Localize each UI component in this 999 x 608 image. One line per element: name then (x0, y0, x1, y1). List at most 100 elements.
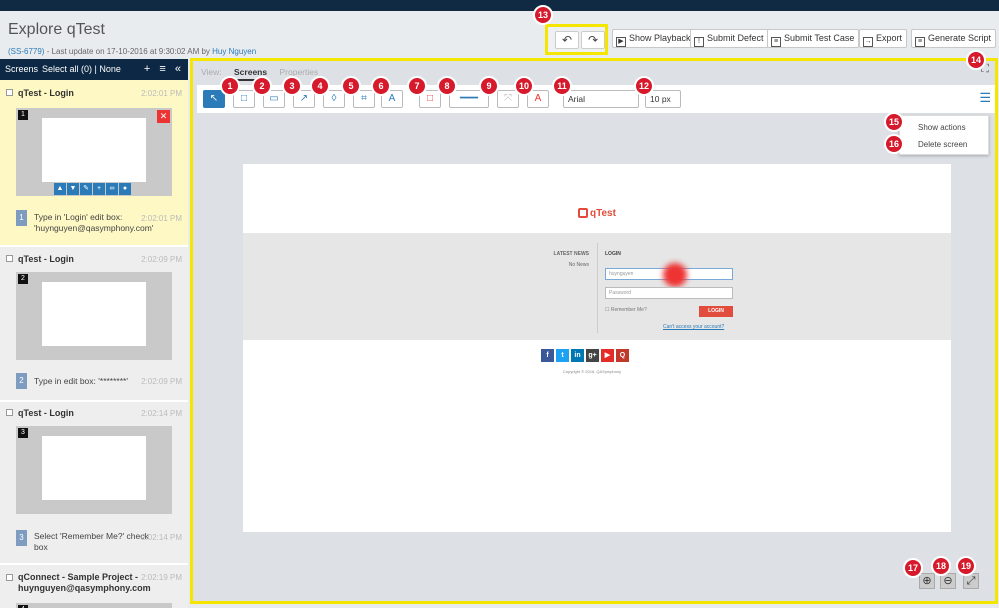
screen-item[interactable]: qConnect - Sample Project - huynguyen@qa… (0, 565, 188, 608)
screen-checkbox[interactable] (6, 255, 13, 262)
script-icon: ≡ (915, 37, 925, 47)
hamburger-menu-icon[interactable]: ☰ (979, 91, 991, 104)
forgot-link: Can't access your account? (663, 324, 725, 330)
login-button: LOGIN (699, 306, 733, 317)
move-down-icon[interactable]: ▼ (67, 183, 79, 195)
sidebar-controls[interactable]: + ≡ « (144, 59, 184, 80)
select-all-link[interactable]: Select all (0) | None (42, 59, 121, 80)
step-number: 3 (16, 530, 27, 546)
screen-thumbnail[interactable]: 2 (16, 272, 172, 360)
thumbnail-preview (42, 282, 146, 346)
sidebar-header: Screens Select all (0) | None + ≡ « (0, 59, 188, 80)
thumbnail-preview (42, 436, 146, 500)
callout-badge: 5 (341, 76, 361, 96)
click-marker (663, 263, 687, 287)
view-label: View: (201, 67, 222, 77)
update-text: - Last update on 17-10-2016 at 9:30:02 A… (44, 47, 213, 56)
export-button[interactable]: → Export (859, 29, 908, 48)
page-header: Explore qTest (SS-6779) - Last update on… (0, 11, 999, 57)
screen-checkbox[interactable] (6, 409, 13, 416)
redo-button[interactable]: ↷ (581, 31, 605, 49)
thumbnail-preview (42, 118, 146, 182)
screen-name: qTest - Login (18, 88, 74, 98)
step-description: Select 'Remember Me?' check box (34, 531, 149, 552)
link-icon[interactable]: ∞ (106, 183, 118, 195)
record-icon[interactable]: ● (119, 183, 131, 195)
submit-defect-label: Submit Defect (707, 33, 764, 43)
qtest-logo-icon (578, 208, 588, 218)
callout-badge: 2 (252, 76, 272, 96)
tab-properties[interactable]: Properties (279, 67, 318, 77)
page-title: Explore qTest (8, 21, 105, 38)
step-description: Type in 'Login' edit box: 'huynguyen@qas… (34, 212, 154, 233)
qtest-logo-text: qTest (590, 208, 616, 219)
undo-redo-group: ↶ ↷ (545, 24, 608, 55)
screen-editor: View: Screens Properties ↖ □ ▭ ↗ ◊ ⌗ A □… (190, 58, 998, 604)
callout-badge: 10 (514, 76, 534, 96)
delete-screen-icon[interactable]: ✕ (157, 110, 170, 123)
login-band: LATEST NEWS No News LOGIN huynguyen Pass… (243, 233, 951, 340)
screen-item[interactable]: qTest - Login 2:02:01 PM 1 ✕ ▲ ▼ ✎ + ∞ ● 1 Ty… (0, 80, 188, 245)
test-case-icon: ≡ (771, 37, 781, 47)
login-heading: LOGIN (605, 251, 621, 257)
callout-badge: 17 (903, 558, 923, 578)
linkedin-icon: in (571, 349, 584, 362)
undo-button[interactable]: ↶ (555, 31, 579, 49)
font-family-select[interactable]: Arial (563, 90, 639, 108)
thumbnail-number: 3 (18, 428, 28, 438)
callout-badge: 9 (479, 76, 499, 96)
show-actions-item[interactable]: Show actions (918, 123, 966, 132)
zoom-in-icon[interactable]: ⊕ (919, 573, 935, 589)
callout-badge: 7 (407, 76, 427, 96)
screen-thumbnail[interactable]: 1 ✕ ▲ ▼ ✎ + ∞ ● (16, 108, 172, 196)
submit-test-case-button[interactable]: ≡ Submit Test Case (767, 29, 860, 48)
callout-badge: 1 (220, 76, 240, 96)
screen-name: qTest - Login (18, 408, 74, 418)
step-time: 2:02:01 PM (141, 214, 182, 223)
generate-script-button[interactable]: ≡ Generate Script (911, 29, 997, 48)
twitter-icon: t (556, 349, 569, 362)
screen-options-menu: Show actions Delete screen (899, 115, 989, 155)
step-description: Type in edit box: '********' (34, 376, 128, 386)
add-icon[interactable]: + (93, 183, 105, 195)
screenshot-canvas[interactable]: qTest LATEST NEWS No News LOGIN huynguye… (243, 164, 951, 532)
author-link[interactable]: Huy Nguyen (212, 47, 256, 56)
screen-time: 2:02:14 PM (141, 409, 182, 418)
screen-item[interactable]: qTest - Login 2:02:09 PM 2 2 Type in edi… (0, 247, 188, 400)
move-up-icon[interactable]: ▲ (54, 183, 66, 195)
edit-icon[interactable]: ✎ (80, 183, 92, 195)
screen-name: qTest - Login (18, 254, 74, 264)
latest-news: LATEST NEWS No News (553, 251, 589, 268)
screen-thumbnail[interactable]: 3 (16, 426, 172, 514)
callout-badge: 13 (533, 5, 553, 25)
export-label: Export (876, 33, 903, 43)
show-playback-button[interactable]: ▶ Show Playback (612, 29, 696, 48)
no-news-text: No News (568, 262, 589, 268)
screen-time: 2:02:01 PM (141, 89, 182, 98)
submit-test-case-label: Submit Test Case (784, 33, 855, 43)
show-playback-label: Show Playback (629, 33, 691, 43)
submit-defect-button[interactable]: ! Submit Defect (690, 29, 769, 48)
session-info: (SS-6779) - Last update on 17-10-2016 at… (8, 47, 256, 56)
generate-script-label: Generate Script (928, 33, 992, 43)
social-icons: f t in g+ ▶ Q (541, 348, 631, 362)
remember-me-label: Remember Me? (610, 307, 647, 313)
screen-item[interactable]: qTest - Login 2:02:14 PM 3 3 Select 'Rem… (0, 402, 188, 563)
screen-checkbox[interactable] (6, 89, 13, 96)
thumbnail-actions: ▲ ▼ ✎ + ∞ ● (54, 181, 132, 195)
screen-thumbnail[interactable]: 4 (16, 603, 172, 608)
top-nav-bar (0, 0, 999, 11)
step-time: 2:02:14 PM (141, 533, 182, 542)
screen-name: qConnect - Sample Project - huynguyen@qa… (18, 572, 151, 593)
delete-screen-item[interactable]: Delete screen (918, 140, 967, 149)
screen-checkbox[interactable] (6, 574, 13, 581)
thumbnail-number: 2 (18, 274, 28, 284)
googleplus-icon: g+ (586, 349, 599, 362)
screens-sidebar: Screens Select all (0) | None + ≡ « qTes… (0, 59, 188, 608)
playback-icon: ▶ (616, 37, 626, 47)
callout-badge: 14 (966, 50, 986, 70)
qtest-logo: qTest (578, 208, 616, 219)
session-id-link[interactable]: (SS-6779) (8, 47, 44, 56)
step-number: 1 (16, 210, 27, 226)
screen-time: 2:02:19 PM (141, 573, 182, 582)
